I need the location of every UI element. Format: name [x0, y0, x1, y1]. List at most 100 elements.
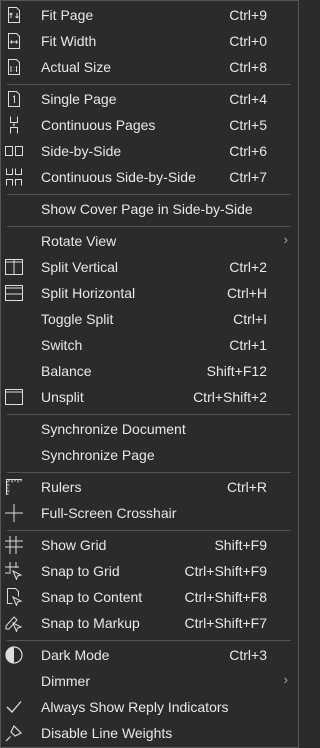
dark-mode-icon — [5, 646, 23, 664]
menu-item-unsplit[interactable]: Unsplit Ctrl+Shift+2 — [1, 384, 298, 410]
unsplit-label: Unsplit — [41, 389, 84, 405]
line-weights-label: Disable Line Weights — [41, 725, 173, 741]
menu-item-fit-page[interactable]: Fit Page Ctrl+9 — [1, 2, 298, 28]
continuous-pages-shortcut: Ctrl+5 — [229, 117, 267, 133]
side-by-side-icon — [5, 142, 23, 160]
side-by-side-shortcut: Ctrl+6 — [229, 143, 267, 159]
menu-separator — [7, 194, 291, 195]
fit-page-shortcut: Ctrl+9 — [229, 7, 267, 23]
single-page-shortcut: Ctrl+4 — [229, 91, 267, 107]
menu-item-rotate-view[interactable]: Rotate View › — [1, 228, 298, 254]
split-horizontal-icon — [5, 284, 23, 302]
split-horizontal-label: Split Horizontal — [41, 285, 136, 301]
menu-item-continuous-side-by-side[interactable]: Continuous Side-by-Side Ctrl+7 — [1, 164, 298, 190]
crosshair-icon — [5, 504, 23, 522]
menu-item-dimmer[interactable]: Dimmer › — [1, 668, 298, 694]
split-vertical-shortcut: Ctrl+2 — [229, 259, 267, 275]
menu-separator — [7, 530, 291, 531]
sync-page-label: Synchronize Page — [41, 447, 155, 463]
menu-item-actual-size[interactable]: Actual Size Ctrl+8 — [1, 54, 298, 80]
menu-item-sync-document[interactable]: Synchronize Document — [1, 416, 298, 442]
snap-markup-icon — [5, 614, 23, 632]
snap-content-icon — [5, 588, 23, 606]
crosshair-label: Full-Screen Crosshair — [41, 505, 177, 521]
submenu-arrow-icon: › — [283, 232, 288, 247]
menu-item-show-grid[interactable]: Show Grid Shift+F9 — [1, 532, 298, 558]
reply-indicators-label: Always Show Reply Indicators — [41, 699, 229, 715]
menu-item-toggle-split[interactable]: Toggle Split Ctrl+I — [1, 306, 298, 332]
sync-document-label: Synchronize Document — [41, 421, 186, 437]
toggle-split-shortcut: Ctrl+I — [233, 311, 267, 327]
continuous-side-by-side-icon — [5, 168, 23, 186]
menu-item-continuous-pages[interactable]: Continuous Pages Ctrl+5 — [1, 112, 298, 138]
fit-page-label: Fit Page — [41, 7, 94, 23]
dark-mode-label: Dark Mode — [41, 647, 110, 663]
menu-item-snap-markup[interactable]: Snap to Markup Ctrl+Shift+F7 — [1, 610, 298, 636]
grid-icon — [5, 536, 23, 554]
fit-width-shortcut: Ctrl+0 — [229, 33, 267, 49]
continuous-side-by-side-shortcut: Ctrl+7 — [229, 169, 267, 185]
menu-item-side-by-side[interactable]: Side-by-Side Ctrl+6 — [1, 138, 298, 164]
line-weights-icon — [5, 724, 23, 742]
submenu-arrow-icon: › — [283, 672, 288, 687]
menu-item-split-vertical[interactable]: Split Vertical Ctrl+2 — [1, 254, 298, 280]
menu-item-reply-indicators[interactable]: Always Show Reply Indicators — [1, 694, 298, 720]
switch-label: Switch — [41, 337, 83, 353]
menu-item-balance[interactable]: Balance Shift+F12 — [1, 358, 298, 384]
menu-item-crosshair[interactable]: Full-Screen Crosshair — [1, 500, 298, 526]
menu-item-rulers[interactable]: Rulers Ctrl+R — [1, 474, 298, 500]
view-menu: Fit Page Ctrl+9 Fit Width Ctrl+0 Actual … — [0, 0, 299, 748]
show-grid-label: Show Grid — [41, 537, 107, 553]
actual-size-icon — [5, 58, 23, 76]
fit-page-icon — [5, 6, 23, 24]
menu-separator — [7, 414, 291, 415]
dimmer-label: Dimmer — [41, 673, 90, 689]
checkmark-icon — [5, 698, 23, 716]
menu-item-split-horizontal[interactable]: Split Horizontal Ctrl+H — [1, 280, 298, 306]
rulers-label: Rulers — [41, 479, 82, 495]
continuous-pages-icon — [5, 116, 23, 134]
show-grid-shortcut: Shift+F9 — [214, 537, 267, 553]
snap-grid-label: Snap to Grid — [41, 563, 120, 579]
balance-label: Balance — [41, 363, 92, 379]
snap-markup-shortcut: Ctrl+Shift+F7 — [184, 615, 267, 631]
actual-size-label: Actual Size — [41, 59, 112, 75]
menu-separator — [7, 640, 291, 641]
menu-separator — [7, 226, 291, 227]
menu-item-show-cover-page[interactable]: Show Cover Page in Side-by-Side — [1, 196, 298, 222]
rulers-shortcut: Ctrl+R — [226, 479, 267, 495]
menu-item-line-weights[interactable]: Disable Line Weights — [1, 720, 298, 746]
balance-shortcut: Shift+F12 — [206, 363, 267, 379]
snap-content-label: Snap to Content — [41, 589, 143, 605]
actual-size-shortcut: Ctrl+8 — [229, 59, 267, 75]
menu-item-fit-width[interactable]: Fit Width Ctrl+0 — [1, 28, 298, 54]
menu-item-single-page[interactable]: Single Page Ctrl+4 — [1, 86, 298, 112]
split-vertical-label: Split Vertical — [41, 259, 119, 275]
menu-separator — [7, 84, 291, 85]
rotate-view-label: Rotate View — [41, 233, 117, 249]
snap-markup-label: Snap to Markup — [41, 615, 140, 631]
show-cover-page-label: Show Cover Page in Side-by-Side — [41, 201, 253, 217]
switch-shortcut: Ctrl+1 — [229, 337, 267, 353]
menu-item-sync-page[interactable]: Synchronize Page — [1, 442, 298, 468]
menu-item-snap-content[interactable]: Snap to Content Ctrl+Shift+F8 — [1, 584, 298, 610]
menu-item-snap-grid[interactable]: Snap to Grid Ctrl+Shift+F9 — [1, 558, 298, 584]
toggle-split-label: Toggle Split — [41, 311, 114, 327]
fit-width-icon — [5, 32, 23, 50]
unsplit-shortcut: Ctrl+Shift+2 — [193, 389, 267, 405]
snap-grid-shortcut: Ctrl+Shift+F9 — [184, 563, 267, 579]
menu-item-switch[interactable]: Switch Ctrl+1 — [1, 332, 298, 358]
single-page-label: Single Page — [41, 91, 117, 107]
snap-content-shortcut: Ctrl+Shift+F8 — [184, 589, 267, 605]
snap-grid-icon — [5, 562, 23, 580]
menu-separator — [7, 472, 291, 473]
unsplit-icon — [5, 388, 23, 406]
dark-mode-shortcut: Ctrl+3 — [229, 647, 267, 663]
side-by-side-label: Side-by-Side — [41, 143, 122, 159]
fit-width-label: Fit Width — [41, 33, 97, 49]
continuous-pages-label: Continuous Pages — [41, 117, 156, 133]
menu-item-dark-mode[interactable]: Dark Mode Ctrl+3 — [1, 642, 298, 668]
rulers-icon — [5, 478, 23, 496]
single-page-icon — [5, 90, 23, 108]
continuous-side-by-side-label: Continuous Side-by-Side — [41, 169, 196, 185]
